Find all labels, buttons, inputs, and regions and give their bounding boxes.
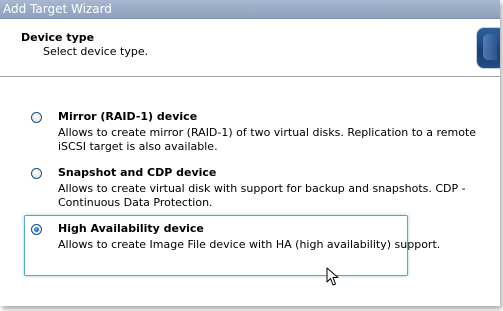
radio-snapshot[interactable] <box>31 168 42 179</box>
window-title: Add Target Wizard <box>3 2 112 16</box>
title-bar[interactable]: Add Target Wizard <box>0 0 500 19</box>
option-high-availability-description: Allows to create Image File device with … <box>58 238 441 251</box>
option-snapshot-label[interactable]: Snapshot and CDP device <box>58 166 216 179</box>
logo-icon <box>476 27 500 69</box>
option-high-availability-label[interactable]: High Availability device <box>58 222 204 235</box>
wizard-window: Add Target Wizard Device type Select dev… <box>0 0 500 306</box>
radio-high-availability[interactable] <box>31 224 42 235</box>
radio-mirror[interactable] <box>31 112 42 123</box>
page-subtitle: Select device type. <box>43 45 149 58</box>
mouse-cursor-icon <box>326 267 339 286</box>
logo-icon-inner <box>483 34 497 60</box>
page-title: Device type <box>21 31 95 44</box>
option-mirror-description: Allows to create mirror (RAID-1) of two … <box>58 126 477 153</box>
option-mirror-label[interactable]: Mirror (RAID-1) device <box>58 110 197 123</box>
option-snapshot-description: Allows to create virtual disk with suppo… <box>58 182 466 209</box>
wizard-header: Device type Select device type. <box>0 19 500 76</box>
